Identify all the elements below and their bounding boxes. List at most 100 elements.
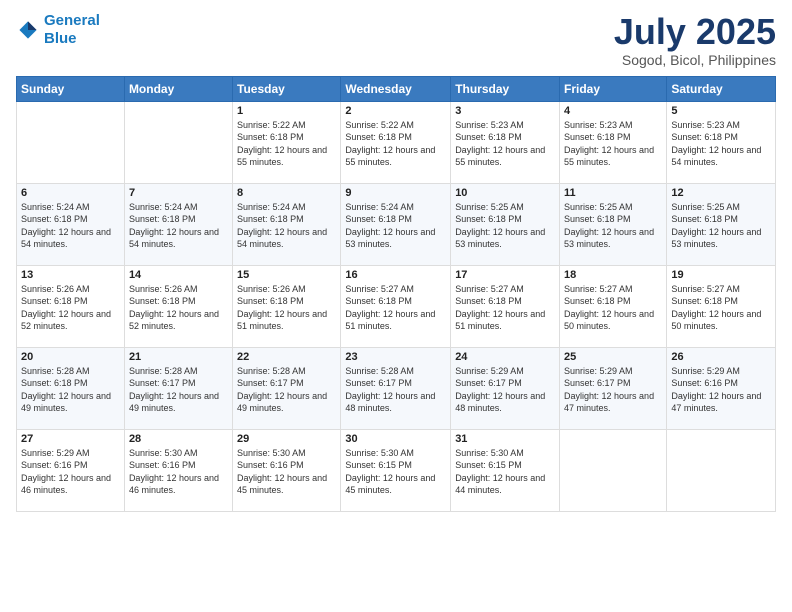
day-info: Sunrise: 5:27 AM Sunset: 6:18 PM Dayligh… — [345, 283, 446, 333]
day-info: Sunrise: 5:23 AM Sunset: 6:18 PM Dayligh… — [671, 119, 771, 169]
day-number: 8 — [237, 187, 336, 199]
cell-2-6: 19 Sunrise: 5:27 AM Sunset: 6:18 PM Dayli… — [667, 265, 776, 347]
cell-4-3: 30Sunrise: 5:30 AM Sunset: 6:15 PM Dayli… — [341, 429, 451, 511]
day-number: 30 — [345, 433, 446, 445]
day-number: 10 — [455, 187, 555, 199]
calendar: Sunday Monday Tuesday Wednesday Thursday… — [16, 76, 776, 512]
col-tuesday: Tuesday — [233, 76, 341, 101]
cell-2-4: 17Sunrise: 5:27 AM Sunset: 6:18 PM Dayli… — [451, 265, 560, 347]
day-info: Sunrise: 5:22 AM Sunset: 6:18 PM Dayligh… — [237, 119, 336, 169]
day-number: 16 — [345, 269, 446, 281]
cell-3-0: 20Sunrise: 5:28 AM Sunset: 6:18 PM Dayli… — [17, 347, 125, 429]
day-info: Sunrise: 5:24 AM Sunset: 6:18 PM Dayligh… — [21, 201, 120, 251]
day-number: 17 — [455, 269, 555, 281]
cell-0-5: 4 Sunrise: 5:23 AM Sunset: 6:18 PM Daylig… — [560, 101, 667, 183]
day-number: 4 — [564, 105, 662, 117]
col-saturday: Saturday — [667, 76, 776, 101]
day-number: 28 — [129, 433, 228, 445]
cell-3-1: 21Sunrise: 5:28 AM Sunset: 6:17 PM Dayli… — [124, 347, 232, 429]
cell-0-2: 1 Sunrise: 5:22 AM Sunset: 6:18 PM Daylig… — [233, 101, 341, 183]
cell-3-5: 25 Sunrise: 5:29 AM Sunset: 6:17 PM Dayli… — [560, 347, 667, 429]
col-wednesday: Wednesday — [341, 76, 451, 101]
week-row-0: 1 Sunrise: 5:22 AM Sunset: 6:18 PM Daylig… — [17, 101, 776, 183]
day-number: 23 — [345, 351, 446, 363]
logo-icon — [16, 18, 40, 42]
cell-3-3: 23Sunrise: 5:28 AM Sunset: 6:17 PM Dayli… — [341, 347, 451, 429]
week-row-1: 6 Sunrise: 5:24 AM Sunset: 6:18 PM Daylig… — [17, 183, 776, 265]
day-info: Sunrise: 5:25 AM Sunset: 6:18 PM Dayligh… — [671, 201, 771, 251]
week-row-4: 27 Sunrise: 5:29 AM Sunset: 6:16 PM Dayli… — [17, 429, 776, 511]
title-block: July 2025 Sogod, Bicol, Philippines — [614, 12, 776, 68]
day-number: 9 — [345, 187, 446, 199]
cell-0-0 — [17, 101, 125, 183]
day-info: Sunrise: 5:29 AM Sunset: 6:16 PM Dayligh… — [671, 365, 771, 415]
week-row-2: 13 Sunrise: 5:26 AM Sunset: 6:18 PM Dayli… — [17, 265, 776, 347]
week-row-3: 20Sunrise: 5:28 AM Sunset: 6:18 PM Dayli… — [17, 347, 776, 429]
day-info: Sunrise: 5:29 AM Sunset: 6:17 PM Dayligh… — [455, 365, 555, 415]
cell-2-0: 13 Sunrise: 5:26 AM Sunset: 6:18 PM Dayli… — [17, 265, 125, 347]
day-info: Sunrise: 5:27 AM Sunset: 6:18 PM Dayligh… — [671, 283, 771, 333]
day-info: Sunrise: 5:26 AM Sunset: 6:18 PM Dayligh… — [129, 283, 228, 333]
cell-0-6: 5 Sunrise: 5:23 AM Sunset: 6:18 PM Daylig… — [667, 101, 776, 183]
cell-1-0: 6 Sunrise: 5:24 AM Sunset: 6:18 PM Daylig… — [17, 183, 125, 265]
cell-2-2: 15 Sunrise: 5:26 AM Sunset: 6:18 PM Dayli… — [233, 265, 341, 347]
cell-1-2: 8 Sunrise: 5:24 AM Sunset: 6:18 PM Daylig… — [233, 183, 341, 265]
day-info: Sunrise: 5:25 AM Sunset: 6:18 PM Dayligh… — [455, 201, 555, 251]
cell-4-0: 27 Sunrise: 5:29 AM Sunset: 6:16 PM Dayli… — [17, 429, 125, 511]
cell-4-2: 29Sunrise: 5:30 AM Sunset: 6:16 PM Dayli… — [233, 429, 341, 511]
month-title: July 2025 — [614, 12, 776, 52]
cell-4-1: 28 Sunrise: 5:30 AM Sunset: 6:16 PM Dayli… — [124, 429, 232, 511]
day-info: Sunrise: 5:30 AM Sunset: 6:16 PM Dayligh… — [129, 447, 228, 497]
cell-2-3: 16 Sunrise: 5:27 AM Sunset: 6:18 PM Dayli… — [341, 265, 451, 347]
day-info: Sunrise: 5:26 AM Sunset: 6:18 PM Dayligh… — [237, 283, 336, 333]
day-number: 20 — [21, 351, 120, 363]
day-number: 31 — [455, 433, 555, 445]
page: General Blue July 2025 Sogod, Bicol, Phi… — [0, 0, 792, 612]
cell-1-3: 9 Sunrise: 5:24 AM Sunset: 6:18 PM Daylig… — [341, 183, 451, 265]
day-number: 1 — [237, 105, 336, 117]
day-number: 5 — [671, 105, 771, 117]
day-number: 22 — [237, 351, 336, 363]
cell-3-4: 24Sunrise: 5:29 AM Sunset: 6:17 PM Dayli… — [451, 347, 560, 429]
day-number: 13 — [21, 269, 120, 281]
cell-4-4: 31Sunrise: 5:30 AM Sunset: 6:15 PM Dayli… — [451, 429, 560, 511]
day-info: Sunrise: 5:23 AM Sunset: 6:18 PM Dayligh… — [564, 119, 662, 169]
cell-1-6: 12 Sunrise: 5:25 AM Sunset: 6:18 PM Dayli… — [667, 183, 776, 265]
col-sunday: Sunday — [17, 76, 125, 101]
cell-0-1 — [124, 101, 232, 183]
day-number: 29 — [237, 433, 336, 445]
day-info: Sunrise: 5:24 AM Sunset: 6:18 PM Dayligh… — [129, 201, 228, 251]
day-info: Sunrise: 5:26 AM Sunset: 6:18 PM Dayligh… — [21, 283, 120, 333]
day-number: 7 — [129, 187, 228, 199]
day-number: 18 — [564, 269, 662, 281]
day-info: Sunrise: 5:24 AM Sunset: 6:18 PM Dayligh… — [237, 201, 336, 251]
cell-0-4: 3Sunrise: 5:23 AM Sunset: 6:18 PM Daylig… — [451, 101, 560, 183]
day-info: Sunrise: 5:24 AM Sunset: 6:18 PM Dayligh… — [345, 201, 446, 251]
day-info: Sunrise: 5:29 AM Sunset: 6:17 PM Dayligh… — [564, 365, 662, 415]
col-monday: Monday — [124, 76, 232, 101]
col-thursday: Thursday — [451, 76, 560, 101]
cell-3-2: 22Sunrise: 5:28 AM Sunset: 6:17 PM Dayli… — [233, 347, 341, 429]
cell-4-6 — [667, 429, 776, 511]
day-number: 12 — [671, 187, 771, 199]
day-number: 15 — [237, 269, 336, 281]
header: General Blue July 2025 Sogod, Bicol, Phi… — [16, 12, 776, 68]
logo: General Blue — [16, 12, 100, 48]
day-info: Sunrise: 5:29 AM Sunset: 6:16 PM Dayligh… — [21, 447, 120, 497]
cell-2-5: 18Sunrise: 5:27 AM Sunset: 6:18 PM Dayli… — [560, 265, 667, 347]
day-number: 25 — [564, 351, 662, 363]
day-number: 21 — [129, 351, 228, 363]
cell-3-6: 26Sunrise: 5:29 AM Sunset: 6:16 PM Dayli… — [667, 347, 776, 429]
day-number: 6 — [21, 187, 120, 199]
day-number: 19 — [671, 269, 771, 281]
day-number: 2 — [345, 105, 446, 117]
cell-4-5 — [560, 429, 667, 511]
cell-2-1: 14Sunrise: 5:26 AM Sunset: 6:18 PM Dayli… — [124, 265, 232, 347]
cell-1-5: 11 Sunrise: 5:25 AM Sunset: 6:18 PM Dayli… — [560, 183, 667, 265]
cell-1-1: 7 Sunrise: 5:24 AM Sunset: 6:18 PM Daylig… — [124, 183, 232, 265]
day-number: 11 — [564, 187, 662, 199]
day-info: Sunrise: 5:25 AM Sunset: 6:18 PM Dayligh… — [564, 201, 662, 251]
logo-text: General Blue — [44, 12, 100, 48]
day-number: 27 — [21, 433, 120, 445]
location: Sogod, Bicol, Philippines — [614, 52, 776, 68]
